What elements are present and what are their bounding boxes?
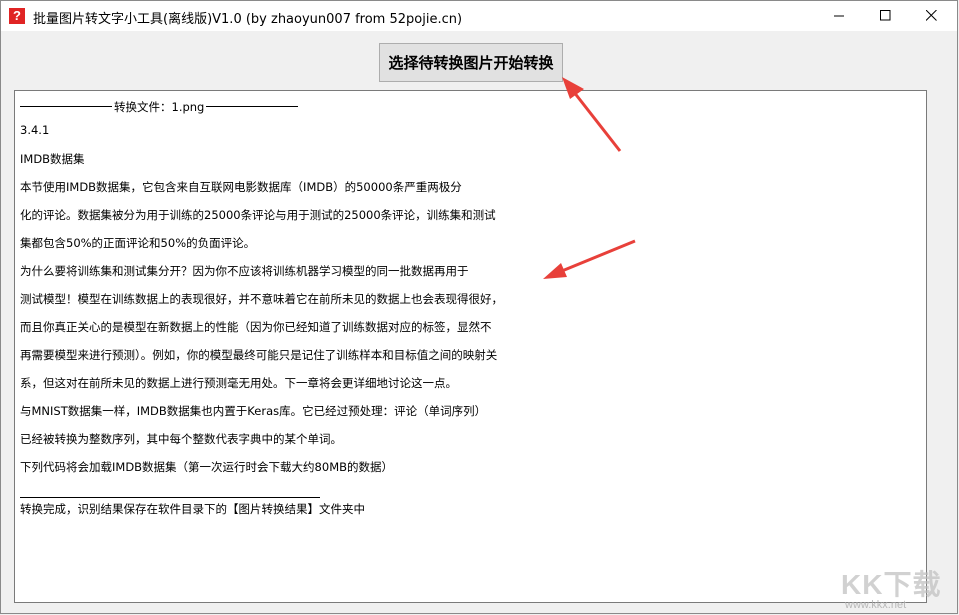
- watermark-url: www.kkx.net: [845, 599, 907, 611]
- output-line: 集都包含50%的正面评论和50%的负面评论。: [20, 236, 256, 250]
- separator-dash-left: [20, 106, 112, 107]
- close-icon: [926, 10, 937, 21]
- footer-separator: [20, 487, 320, 499]
- watermark-logo: KK下载: [841, 569, 942, 600]
- app-icon: ?: [9, 8, 25, 24]
- output-line: 下列代码将会加载IMDB数据集（第一次运行时会下载大约80MB的数据）: [20, 460, 393, 474]
- file-header-separator: 转换文件：1.png: [20, 96, 299, 114]
- output-line: IMDB数据集: [20, 152, 85, 166]
- title-bar[interactable]: ? 批量图片转文字小工具(离线版)V1.0 (by zhaoyun007 fro…: [1, 1, 957, 31]
- output-line: 本节使用IMDB数据集，它包含来自互联网电影数据库（IMDB）的50000条严重…: [20, 180, 462, 194]
- output-line: 与MNIST数据集一样，IMDB数据集也内置于Keras库。它已经过预处理：评论…: [20, 404, 487, 418]
- maximize-button[interactable]: [863, 1, 909, 31]
- output-line: 化的评论。数据集被分为用于训练的25000条评论与用于测试的25000条评论，训…: [20, 208, 496, 222]
- maximize-icon: [880, 10, 891, 21]
- output-line: 为什么要将训练集和测试集分开？因为你不应该将训练机器学习模型的同一批数据再用于: [20, 264, 469, 278]
- window-title: 批量图片转文字小工具(离线版)V1.0 (by zhaoyun007 from …: [33, 12, 463, 27]
- output-line: 测试模型！模型在训练数据上的表现很好，并不意味着它在前所未见的数据上也会表现得很…: [20, 292, 503, 306]
- output-line: 系，但这对在前所未见的数据上进行预测毫无用处。下一章将会更详细地讨论这一点。: [20, 376, 457, 390]
- watermark: KK下载 www.kkx.net: [841, 563, 956, 613]
- select-and-convert-button[interactable]: 选择待转换图片开始转换: [379, 43, 563, 82]
- output-line: 而且你真正关心的是模型在新数据上的性能（因为你已经知道了训练数据对应的标签，显然…: [20, 320, 492, 334]
- close-button[interactable]: [909, 1, 955, 31]
- app-window: ? 批量图片转文字小工具(离线版)V1.0 (by zhaoyun007 fro…: [0, 0, 958, 614]
- separator-dash-right: [206, 106, 299, 107]
- completion-message: 转换完成，识别结果保存在软件目录下的【图片转换结果】文件夹中: [20, 502, 365, 516]
- footer-separator-dash: [20, 497, 320, 498]
- minimize-button[interactable]: [817, 1, 863, 31]
- minimize-icon: [834, 15, 844, 17]
- output-line: 已经被转换为整数序列，其中每个整数代表字典中的某个单词。: [20, 432, 342, 446]
- output-line: 3.4.1: [20, 123, 50, 137]
- output-textarea[interactable]: 转换文件：1.png 3.4.1 IMDB数据集 本节使用IMDB数据集，它包含…: [14, 90, 927, 603]
- file-header-label: 转换文件：1.png: [114, 99, 205, 114]
- output-line: 再需要模型来进行预测）。例如，你的模型最终可能只是记住了训练样本和目标值之间的映…: [20, 348, 498, 362]
